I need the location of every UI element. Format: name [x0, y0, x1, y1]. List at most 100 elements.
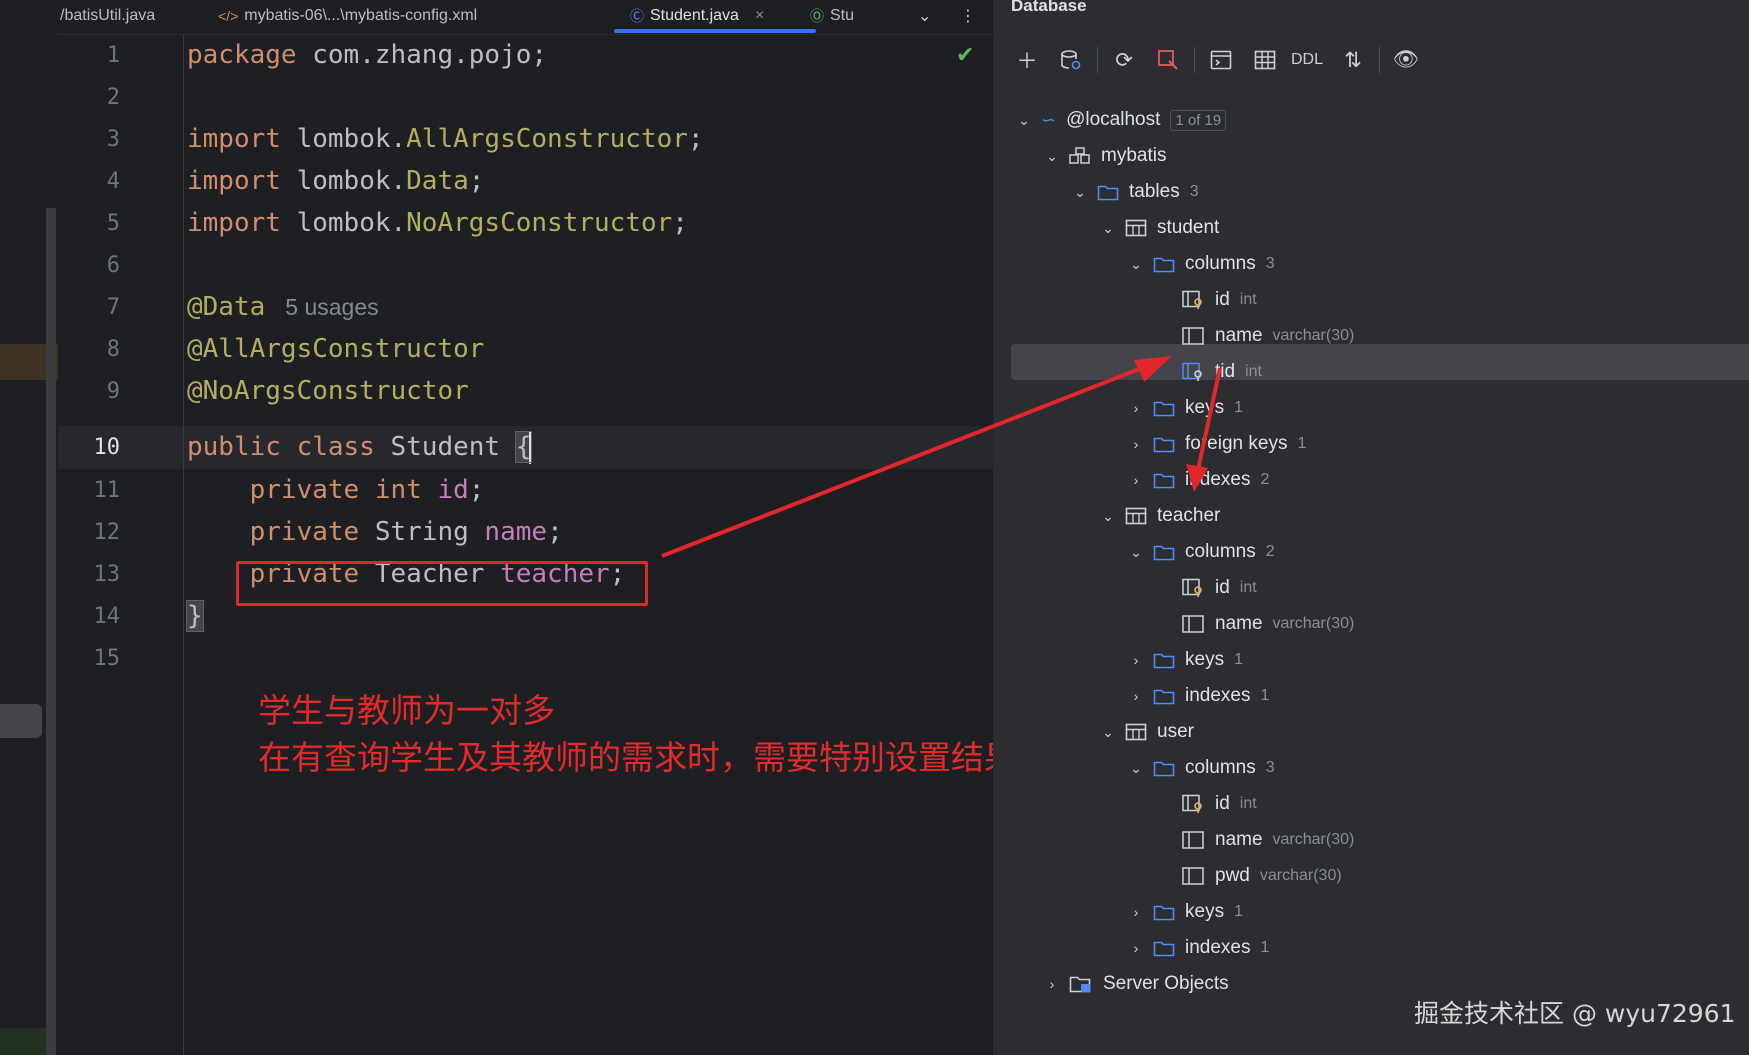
tree-node-indexes[interactable]: › indexes 1 — [1125, 930, 1270, 966]
code-line-field[interactable]: private int id; — [187, 469, 485, 512]
text-caret — [529, 431, 532, 464]
tree-node-column[interactable]: name varchar(30) — [1181, 822, 1354, 858]
column-icon — [1181, 614, 1205, 634]
left-tool-pill[interactable] — [0, 704, 42, 738]
tab-stu[interactable]: Ⓞ Stu — [810, 0, 854, 32]
tree-node-table-student[interactable]: ⌄ student — [1097, 210, 1219, 246]
database-panel-title: Database — [1011, 0, 1087, 15]
code-line-field[interactable]: private String name; — [187, 511, 563, 554]
class-icon: Ⓒ — [630, 8, 644, 24]
folder-icon — [1153, 939, 1175, 957]
usages-hint[interactable]: 5 usages — [285, 294, 378, 320]
code-line-import[interactable]: import lombok.NoArgsConstructor; — [187, 202, 688, 245]
chevron-down-icon[interactable]: ⌄ — [1041, 148, 1063, 165]
tree-node-localhost[interactable]: ⌄ ∽ @localhost 1 of 19 — [1013, 102, 1227, 138]
line-number: 15 — [93, 646, 121, 671]
refresh-icon[interactable]: ⟳ — [1106, 44, 1142, 76]
xml-file-icon: </> — [218, 8, 239, 24]
disconnect-icon[interactable] — [1150, 44, 1186, 76]
tree-node-column[interactable]: pwd varchar(30) — [1181, 858, 1342, 894]
query-console-icon[interactable] — [1203, 44, 1239, 76]
chevron-down-icon[interactable]: ⌄ — [1125, 256, 1147, 273]
chevron-right-icon[interactable]: › — [1125, 652, 1147, 668]
chevron-right-icon[interactable]: › — [1125, 904, 1147, 920]
chevron-right-icon[interactable]: › — [1125, 940, 1147, 956]
tab-student-java[interactable]: Ⓒ Student.java × — [630, 0, 764, 32]
chevron-down-icon[interactable]: ⌄ — [1013, 112, 1035, 129]
code-line-close-brace[interactable]: } — [186, 595, 204, 638]
more-options-icon[interactable]: ⋮ — [960, 0, 976, 32]
close-tab-icon[interactable]: × — [755, 7, 764, 25]
code-line-annotation[interactable]: @AllArgsConstructor — [187, 328, 484, 371]
interface-icon: Ⓞ — [810, 8, 824, 24]
chevron-down-icon[interactable]: ⌄ — [1097, 220, 1119, 237]
no-problems-check-icon[interactable]: ✔ — [956, 42, 974, 68]
tree-node-keys[interactable]: › keys 1 — [1125, 894, 1243, 930]
left-scrollbar[interactable] — [46, 208, 56, 1055]
chevron-right-icon[interactable]: › — [1125, 472, 1147, 488]
tree-node-columns[interactable]: ⌄ columns 3 — [1125, 750, 1275, 786]
chevron-right-icon[interactable]: › — [1125, 688, 1147, 704]
code-line-annotation[interactable]: @Data 5 usages — [187, 286, 379, 329]
line-number: 12 — [93, 520, 121, 545]
tree-node-schema[interactable]: ⌄ mybatis — [1041, 138, 1166, 174]
left-status-marker — [0, 1028, 46, 1055]
tree-node-column[interactable]: id int — [1181, 786, 1257, 822]
tree-node-column[interactable]: id int — [1181, 282, 1257, 318]
tree-node-tables[interactable]: ⌄ tables 3 — [1069, 174, 1198, 210]
column-icon — [1181, 326, 1205, 346]
table-icon — [1125, 507, 1147, 525]
code-line-annotation[interactable]: @NoArgsConstructor — [187, 370, 469, 413]
server-objects-folder-icon — [1069, 974, 1093, 994]
tree-node-table-user[interactable]: ⌄ user — [1097, 714, 1194, 750]
tree-node-table-teacher[interactable]: ⌄ teacher — [1097, 498, 1220, 534]
jump-to-icon[interactable]: ⇅ — [1335, 44, 1371, 76]
tree-node-column[interactable]: name varchar(30) — [1181, 318, 1354, 354]
tree-node-keys[interactable]: › keys 1 — [1125, 642, 1243, 678]
add-icon[interactable]: ＋ — [1009, 44, 1045, 76]
active-tab-indicator — [614, 29, 816, 33]
chevron-down-icon[interactable]: ⌄ — [1069, 184, 1091, 201]
line-number: 13 — [93, 562, 121, 587]
view-options-eye-icon[interactable]: 👁 — [1388, 44, 1424, 76]
tree-node-column-selected[interactable]: tid int — [1181, 354, 1262, 390]
chevron-down-icon[interactable]: ⌄ — [1125, 760, 1147, 777]
tree-node-server-objects[interactable]: › Server Objects — [1041, 966, 1229, 1002]
toolbar-separator — [1194, 47, 1195, 73]
line-number: 9 — [106, 379, 120, 404]
chevron-down-icon[interactable]: ⌄ — [1097, 508, 1119, 525]
ddl-button[interactable]: DDL — [1291, 51, 1323, 69]
line-number: 7 — [106, 295, 120, 320]
tree-node-indexes[interactable]: › indexes 1 — [1125, 678, 1270, 714]
column-icon — [1181, 866, 1205, 886]
tree-node-column[interactable]: id int — [1181, 570, 1257, 606]
chevron-down-icon[interactable]: ⌄ — [1125, 544, 1147, 561]
chevron-right-icon[interactable]: › — [1125, 400, 1147, 416]
table-icon — [1125, 219, 1147, 237]
code-line-import[interactable]: import lombok.AllArgsConstructor; — [187, 118, 704, 161]
chevron-down-icon[interactable]: ⌄ — [1097, 724, 1119, 741]
data-source-properties-icon[interactable] — [1053, 44, 1089, 76]
table-view-icon[interactable] — [1247, 44, 1283, 76]
toolbar-separator — [1379, 47, 1381, 73]
schemas-count-badge[interactable]: 1 of 19 — [1170, 109, 1227, 131]
code-line-package[interactable]: package com.zhang.pojo; — [187, 34, 547, 77]
code-editor[interactable]: /batisUtil.java </> mybatis-06\...\mybat… — [58, 0, 1050, 1055]
database-toolbar: ＋ ⟳ DDL ⇅ 👁 — [1009, 44, 1432, 76]
tab-list-chevron-icon[interactable]: ⌄ — [918, 0, 931, 32]
foreign-key-column-icon — [1181, 362, 1205, 382]
chevron-right-icon[interactable]: › — [1041, 976, 1063, 992]
tree-node-columns[interactable]: ⌄ columns 2 — [1125, 534, 1275, 570]
chevron-right-icon[interactable]: › — [1125, 436, 1147, 452]
tab-mybatis-config[interactable]: </> mybatis-06\...\mybatis-config.xml — [218, 0, 477, 32]
tree-node-columns[interactable]: ⌄ columns 3 — [1125, 246, 1275, 282]
code-line-import[interactable]: import lombok.Data; — [187, 160, 484, 203]
code-line-class-decl[interactable]: public class Student { — [187, 426, 533, 469]
primary-key-column-icon — [1181, 578, 1205, 598]
tree-node-column[interactable]: name varchar(30) — [1181, 606, 1354, 642]
tree-node-foreign-keys[interactable]: › foreign keys 1 — [1125, 426, 1307, 462]
line-number: 4 — [106, 169, 120, 194]
tree-node-indexes[interactable]: › indexes 2 — [1125, 462, 1270, 498]
tab-batisutil[interactable]: /batisUtil.java — [60, 0, 155, 32]
tree-node-keys[interactable]: › keys 1 — [1125, 390, 1243, 426]
